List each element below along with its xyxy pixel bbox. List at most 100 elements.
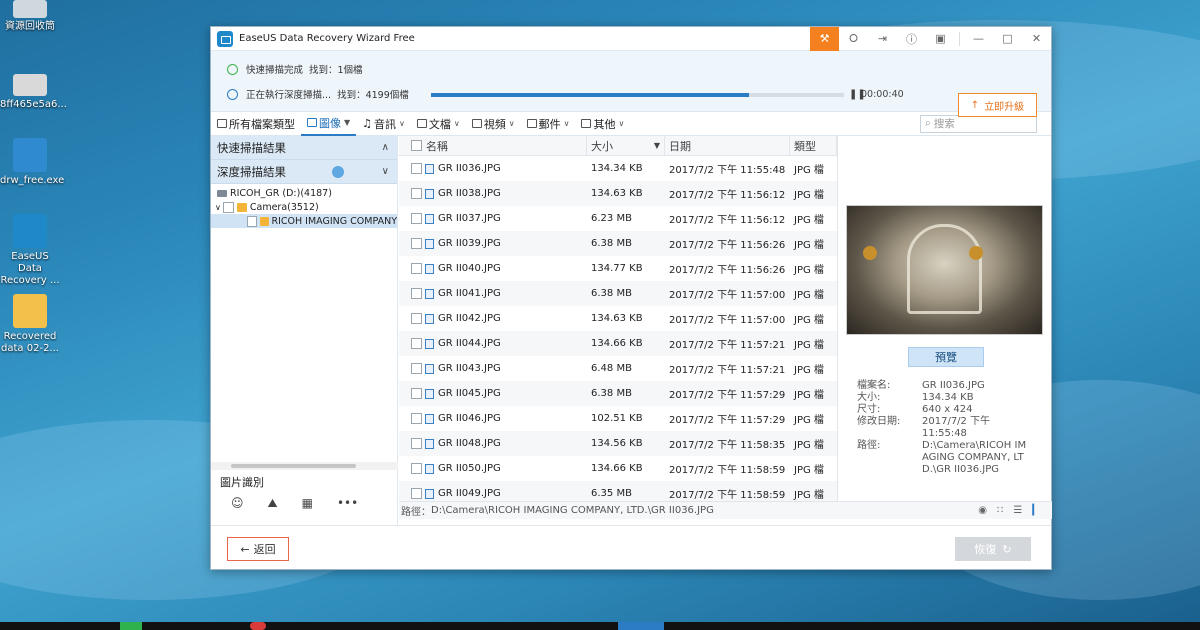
filter-documents[interactable]: 文檔 ∨ xyxy=(411,112,466,136)
person-icon[interactable]: ☺ xyxy=(231,496,244,511)
desktop-icon-file[interactable]: 8ff465e5a6... xyxy=(0,74,67,111)
list-view-icon[interactable]: ☰ xyxy=(1013,505,1022,516)
window-title: EaseUS Data Recovery Wizard Free xyxy=(239,33,415,44)
chevron-down-icon[interactable]: ▼ xyxy=(344,118,350,127)
preview-thumbnail xyxy=(846,205,1043,335)
back-button[interactable]: ← 返回 xyxy=(227,537,289,561)
jpg-file-icon xyxy=(425,413,434,424)
chevron-down-icon[interactable]: ∨ xyxy=(454,119,460,128)
filter-other[interactable]: 其他 ∨ xyxy=(575,112,630,136)
cell-size: 134.66 KB xyxy=(591,463,643,474)
close-button[interactable]: ✕ xyxy=(1022,27,1051,51)
column-size[interactable]: 大小 ▼ xyxy=(587,136,665,156)
filter-video[interactable]: 視頻 ∨ xyxy=(466,112,521,136)
file-name: GR II046.JPG xyxy=(438,413,501,424)
row-checkbox[interactable] xyxy=(411,388,422,399)
taskbar-active-app[interactable] xyxy=(618,622,664,630)
chevron-up-icon[interactable]: ∧ xyxy=(382,142,389,153)
chevron-down-icon[interactable]: ∨ xyxy=(618,119,624,128)
building-icon[interactable]: ▦ xyxy=(302,496,313,511)
filter-images[interactable]: 圖像 ▼ xyxy=(301,112,357,136)
key-icon[interactable]: ⚒ xyxy=(810,26,839,51)
desktop-icon-drw-free[interactable]: drw_free.exe xyxy=(0,138,64,187)
row-checkbox[interactable] xyxy=(411,238,422,249)
maximize-button[interactable]: □ xyxy=(993,27,1022,51)
row-checkbox[interactable] xyxy=(411,338,422,349)
upgrade-button[interactable]: ↑ 立即升級 xyxy=(958,93,1037,117)
table-row[interactable]: GR II040.JPG 134.77 KB 2017/7/2 下午 11:56:2… xyxy=(399,256,837,281)
desktop-icon-easeus[interactable]: EaseUS Data Recovery ... xyxy=(0,214,60,287)
table-row[interactable]: GR II048.JPG 134.56 KB 2017/7/2 下午 11:58:3… xyxy=(399,431,837,456)
taskbar-app-icon[interactable] xyxy=(120,622,142,630)
table-row[interactable]: GR II037.JPG 6.23 MB 2017/7/2 下午 11:56:12 J… xyxy=(399,206,837,231)
horizontal-scrollbar[interactable] xyxy=(211,462,398,470)
tree-node-camera[interactable]: ∨ Camera(3512) xyxy=(211,200,397,214)
folder-outline-icon xyxy=(581,119,592,128)
more-icon[interactable]: ••• xyxy=(337,496,358,511)
preview-button[interactable]: 預覽 xyxy=(908,347,984,367)
select-all-checkbox[interactable] xyxy=(411,140,422,151)
cell-size: 134.34 KB xyxy=(591,163,643,174)
chevron-down-icon[interactable]: ∨ xyxy=(215,203,221,212)
chevron-down-icon[interactable]: ∨ xyxy=(399,119,405,128)
detail-view-icon[interactable]: ▎ xyxy=(1032,505,1040,516)
row-checkbox[interactable] xyxy=(411,488,422,499)
table-row[interactable]: GR II045.JPG 6.38 MB 2017/7/2 下午 11:57:29 J… xyxy=(399,381,837,406)
table-row[interactable]: GR II042.JPG 134.63 KB 2017/7/2 下午 11:57:0… xyxy=(399,306,837,331)
quick-scan-results-header[interactable]: 快速掃描結果 ∧ xyxy=(211,136,397,160)
column-name[interactable]: 名稱 xyxy=(399,136,587,156)
chevron-down-icon[interactable]: ∨ xyxy=(509,119,515,128)
tree-node-ricoh-folder[interactable]: RICOH IMAGING COMPANY xyxy=(211,214,397,228)
chevron-down-icon[interactable]: ∨ xyxy=(382,166,389,177)
table-row[interactable]: GR II039.JPG 6.38 MB 2017/7/2 下午 11:56:26 J… xyxy=(399,231,837,256)
table-row[interactable]: GR II038.JPG 134.63 KB 2017/7/2 下午 11:56:1… xyxy=(399,181,837,206)
checkbox[interactable] xyxy=(247,215,257,227)
share-icon[interactable]: ⭘ xyxy=(839,27,868,51)
filter-all-types[interactable]: 所有檔案類型 xyxy=(211,112,301,136)
row-checkbox[interactable] xyxy=(411,363,422,374)
table-row[interactable]: GR II044.JPG 134.66 KB 2017/7/2 下午 11:57:2… xyxy=(399,331,837,356)
table-row[interactable]: GR II046.JPG 102.51 KB 2017/7/2 下午 11:57:2… xyxy=(399,406,837,431)
column-date[interactable]: 日期 xyxy=(665,136,790,156)
row-checkbox[interactable] xyxy=(411,213,422,224)
recover-button[interactable]: 恢復 ↻ xyxy=(955,537,1031,561)
taskbar-app-icon[interactable] xyxy=(250,622,266,630)
row-checkbox[interactable] xyxy=(411,288,422,299)
help-icon[interactable]: ⓘ xyxy=(897,27,926,51)
desktop-icon-recycle-bin[interactable]: 資源回收筒 xyxy=(0,0,60,33)
deep-scan-count: 找到：4199個檔 xyxy=(337,90,409,101)
minimize-button[interactable]: — xyxy=(964,27,993,51)
row-checkbox[interactable] xyxy=(411,438,422,449)
menu-icon[interactable]: ▣ xyxy=(926,27,955,51)
row-checkbox[interactable] xyxy=(411,163,422,174)
row-checkbox[interactable] xyxy=(411,313,422,324)
row-checkbox[interactable] xyxy=(411,413,422,424)
row-checkbox[interactable] xyxy=(411,263,422,274)
table-row[interactable]: GR II049.JPG 6.35 MB 2017/7/2 下午 11:58:59 J… xyxy=(399,481,837,502)
row-checkbox[interactable] xyxy=(411,463,422,474)
music-icon: ♫ xyxy=(362,117,373,130)
cell-type: JPG 檔 xyxy=(794,290,824,301)
deep-scan-results-header[interactable]: 深度掃描結果 ∨ xyxy=(211,160,397,184)
login-icon[interactable]: ⇥ xyxy=(868,27,897,51)
chevron-down-icon[interactable]: ∨ xyxy=(564,119,570,128)
desktop-icon-recovered-folder[interactable]: Recovered data 02-2... xyxy=(0,294,60,355)
grid-view-icon[interactable]: ∷ xyxy=(997,505,1003,516)
folder-icon xyxy=(259,216,269,226)
column-type[interactable]: 類型 xyxy=(790,136,837,156)
table-row[interactable]: GR II041.JPG 6.38 MB 2017/7/2 下午 11:57:00 J… xyxy=(399,281,837,306)
scrollbar-thumb[interactable] xyxy=(231,464,356,468)
filter-email[interactable]: 郵件 ∨ xyxy=(521,112,576,136)
landscape-icon[interactable]: ⛰ xyxy=(268,496,278,511)
deep-scan-status: 正在執行深度掃描... 找到：4199個檔 xyxy=(227,87,409,101)
table-row[interactable]: GR II036.JPG 134.34 KB 2017/7/2 下午 11:55:4… xyxy=(399,156,837,181)
search-input[interactable]: ⌕ 搜索 xyxy=(920,114,1037,133)
eye-icon[interactable]: ◉ xyxy=(978,505,987,516)
row-checkbox[interactable] xyxy=(411,188,422,199)
checkbox[interactable] xyxy=(222,201,234,213)
table-row[interactable]: GR II043.JPG 6.48 MB 2017/7/2 下午 11:57:21 J… xyxy=(399,356,837,381)
filter-audio[interactable]: ♫ 音訊 ∨ xyxy=(356,112,411,136)
tree-node-drive[interactable]: RICOH_GR (D:)(4187) xyxy=(211,186,397,200)
table-row[interactable]: GR II050.JPG 134.66 KB 2017/7/2 下午 11:58:5… xyxy=(399,456,837,481)
document-icon xyxy=(416,119,427,128)
